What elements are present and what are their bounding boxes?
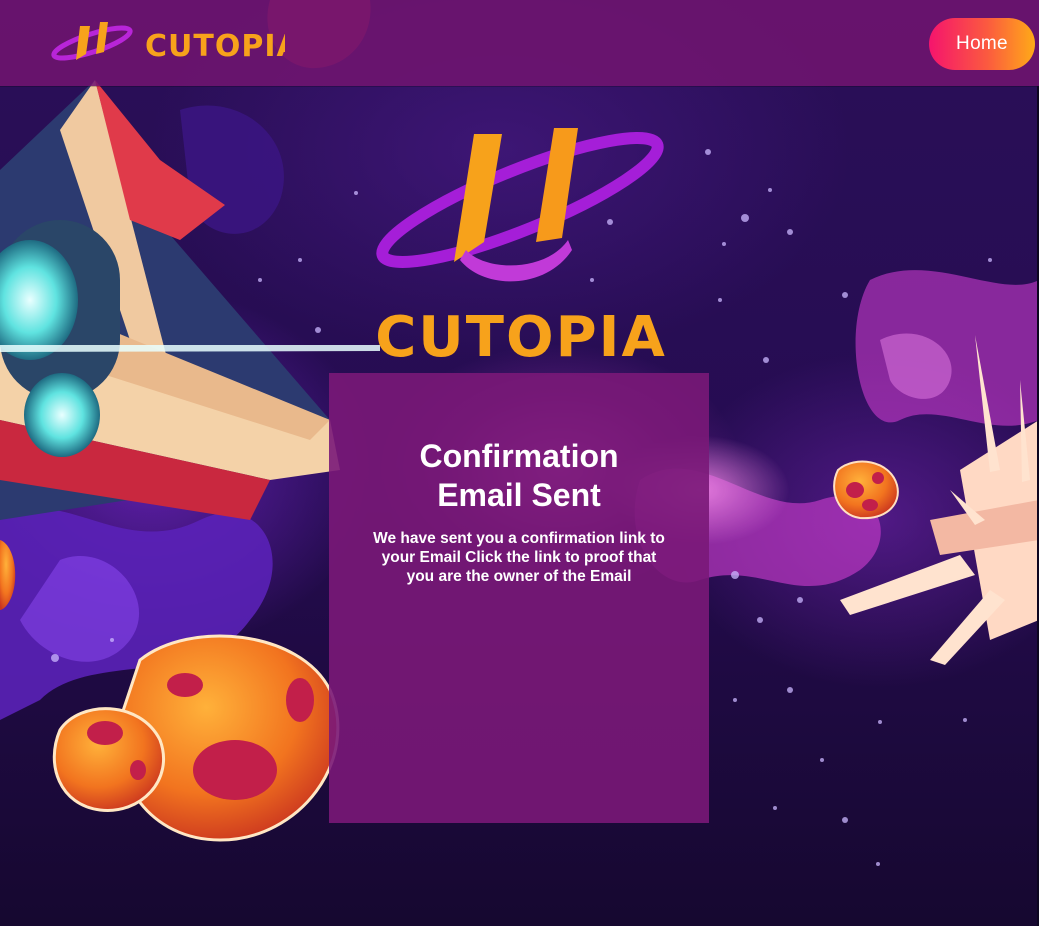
confirmation-message: We have sent you a confirmation link to … <box>373 530 665 585</box>
cutopia-logo[interactable]: CUTOPIA <box>50 16 285 70</box>
title-line-2: Email Sent <box>437 477 601 513</box>
brand-wordmark: CUTOPIA <box>145 29 285 64</box>
hero-wordmark: CUTOPIA <box>376 305 666 367</box>
title-line-1: Confirmation <box>419 438 619 474</box>
home-button[interactable]: Home <box>929 18 1035 70</box>
confirmation-title: Confirmation Email Sent <box>329 437 709 515</box>
confirmation-card: Confirmation Email Sent We have sent you… <box>329 373 709 823</box>
top-navigation-bar: CUTOPIA Home <box>0 0 1039 86</box>
orbit-ring-icon <box>376 131 664 269</box>
hero-cutopia-logo: CUTOPIA <box>376 128 666 367</box>
